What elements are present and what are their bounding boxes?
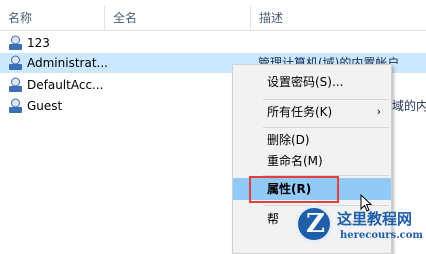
user-name: Guest <box>27 99 63 113</box>
logo-title: 这里教程网 <box>337 210 413 228</box>
menu-item-all-tasks[interactable]: 所有任务(K) › <box>233 101 391 123</box>
user-name: DefaultAcc... <box>27 78 104 92</box>
menu-item-label: 删除(D) <box>267 133 310 147</box>
logo-badge: Z <box>295 205 333 243</box>
column-fullname[interactable]: 全名 <box>105 0 250 30</box>
user-icon <box>9 55 22 70</box>
user-name: Administrat... <box>27 56 108 70</box>
column-name[interactable]: 名称 <box>0 0 104 30</box>
highlight-box <box>249 176 339 203</box>
menu-item-rename[interactable]: 重命名(M) <box>233 150 391 172</box>
watermark-logo: Z 这里教程网 herecours.com <box>295 205 426 251</box>
user-icon <box>9 98 22 113</box>
menu-divider <box>263 99 389 100</box>
menu-item-delete[interactable]: 删除(D) <box>233 129 391 151</box>
user-icon <box>9 77 22 92</box>
column-description[interactable]: 描述 <box>251 0 426 30</box>
logo-url: herecours.com <box>340 230 424 241</box>
logo-letter: Z <box>306 209 325 239</box>
menu-item-label: 所有任务(K) <box>267 105 333 119</box>
user-description: 域的内 <box>392 99 426 113</box>
menu-divider <box>263 127 389 128</box>
menu-item-label: 重命名(M) <box>267 154 323 168</box>
menu-item-label: 帮 <box>267 212 280 226</box>
user-icon <box>9 35 22 50</box>
menu-item-label: 设置密码(S)... <box>267 75 344 89</box>
chevron-right-icon: › <box>376 105 381 118</box>
menu-item-set-password[interactable]: 设置密码(S)... <box>233 71 391 93</box>
column-header: 名称 全名 描述 <box>0 0 426 31</box>
list-item[interactable]: 123 <box>0 33 426 53</box>
user-name: 123 <box>27 36 50 50</box>
